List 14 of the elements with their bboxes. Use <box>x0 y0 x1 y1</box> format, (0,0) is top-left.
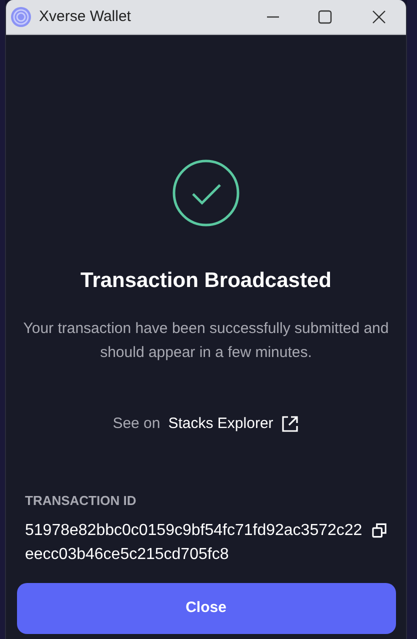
close-button[interactable]: Close <box>16 583 396 634</box>
see-on-label: See on <box>112 414 160 434</box>
status-title: Transaction Broadcasted <box>80 268 332 294</box>
status-message: Your transaction have been successfully submitted and should appear in a few minutes. <box>22 318 390 362</box>
transaction-id: 51978e82bbc0c0159c9bf54fc71fd92ac3572c22eecc03b46ce5c215cd705fc8 <box>25 520 362 564</box>
transaction-id-label: TRANSACTION ID <box>25 492 138 510</box>
check-circle-icon <box>172 159 240 227</box>
external-link-icon <box>281 414 300 433</box>
copy-icon[interactable] <box>372 522 387 538</box>
close-icon[interactable] <box>372 10 386 24</box>
app-logo-icon <box>9 5 33 29</box>
maximize-icon[interactable] <box>318 10 332 24</box>
explorer-link[interactable]: Stacks Explorer <box>168 412 300 435</box>
window-title: Xverse Wallet <box>39 6 131 27</box>
